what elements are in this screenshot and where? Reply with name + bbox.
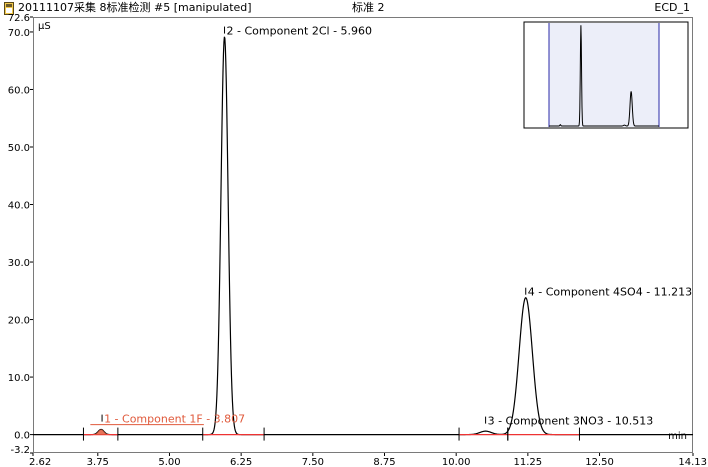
x-tick-label: 14.13 [678, 457, 707, 467]
y-tick-label: 70.0 [8, 28, 30, 39]
peak-label-4: 4 - Component 4SO4 - 11.213 [528, 286, 692, 299]
y-tick-label: 60.0 [8, 85, 30, 96]
y-tick-label: 40.0 [8, 201, 30, 212]
x-tick-label: 7.50 [302, 457, 324, 467]
peak-label-2: 2 - Component 2Cl - 5.960 [227, 25, 373, 38]
chromatogram-chart[interactable]: 72.670.060.050.040.030.020.010.00.0-3.22… [0, 0, 708, 467]
y-tick-label: 20.0 [8, 316, 30, 327]
x-tick-label: 10.00 [442, 457, 471, 467]
x-tick-label: 8.75 [373, 457, 395, 467]
overview-visible-window [549, 23, 659, 127]
peak-label-1: 1 - Component 1F - 3.807 [104, 413, 245, 426]
y-tick-label: -3.2 [10, 445, 30, 456]
y-tick-label: 30.0 [8, 258, 30, 269]
y-tick-label: 0.0 [14, 431, 30, 442]
x-tick-label: 6.25 [230, 457, 252, 467]
x-tick-label: 11.25 [514, 457, 543, 467]
x-tick-label: 5.00 [158, 457, 180, 467]
x-tick-label: 3.75 [87, 457, 109, 467]
x-tick-label: 12.50 [585, 457, 614, 467]
x-axis-label: min [668, 431, 687, 442]
y-tick-label: 10.0 [8, 373, 30, 384]
y-tick-label: 72.6 [8, 13, 30, 24]
y-tick-label: 50.0 [8, 143, 30, 154]
y-axis-label: µS [38, 21, 51, 32]
x-tick-label: 2.62 [29, 457, 51, 467]
peak-label-3: 3 - Component 3NO3 - 10.513 [488, 415, 654, 428]
chromatogram-window: 20111107采集 8标准检测 #5 [manipulated] 标准 2 E… [0, 0, 708, 467]
